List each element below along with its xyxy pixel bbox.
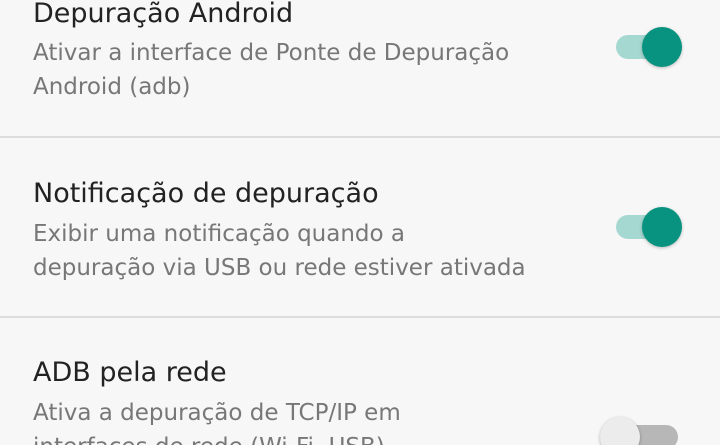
summary-line: depuração via USB ou rede estiver ativad… — [33, 255, 526, 281]
setting-title: ADB pela rede — [33, 357, 227, 388]
setting-title: Notificação de depuração — [33, 178, 379, 209]
switch-thumb — [600, 417, 640, 445]
setting-summary: Ativa a depuração de TCP/IP em interface… — [33, 396, 593, 445]
summary-line: Exibir uma notificação quando a — [33, 221, 406, 247]
debug-notification-toggle[interactable] — [616, 207, 682, 247]
setting-summary: Ativar a interface de Ponte de Depuração… — [33, 36, 593, 104]
setting-usb-debugging[interactable]: Depuração Android Ativar a interface de … — [0, 0, 720, 136]
adb-over-network-toggle[interactable] — [600, 417, 682, 445]
developer-options-list: Depuração Android Ativar a interface de … — [0, 0, 720, 445]
setting-summary: Exibir uma notificação quando a depuraçã… — [33, 217, 593, 285]
summary-line: Ativar a interface de Ponte de Depuração — [33, 40, 510, 66]
setting-title: Depuração Android — [33, 0, 294, 29]
summary-line: Ativa a depuração de TCP/IP em — [33, 400, 401, 426]
summary-line: interfaces de rede (Wi-Fi, USB) — [33, 430, 593, 445]
switch-thumb — [642, 207, 682, 247]
usb-debugging-toggle[interactable] — [616, 27, 682, 67]
setting-adb-over-network[interactable]: ADB pela rede Ativa a depuração de TCP/I… — [0, 318, 720, 445]
setting-debug-notification[interactable]: Notificação de depuração Exibir uma noti… — [0, 138, 720, 316]
summary-line: Android (adb) — [33, 74, 191, 100]
switch-thumb — [642, 27, 682, 67]
